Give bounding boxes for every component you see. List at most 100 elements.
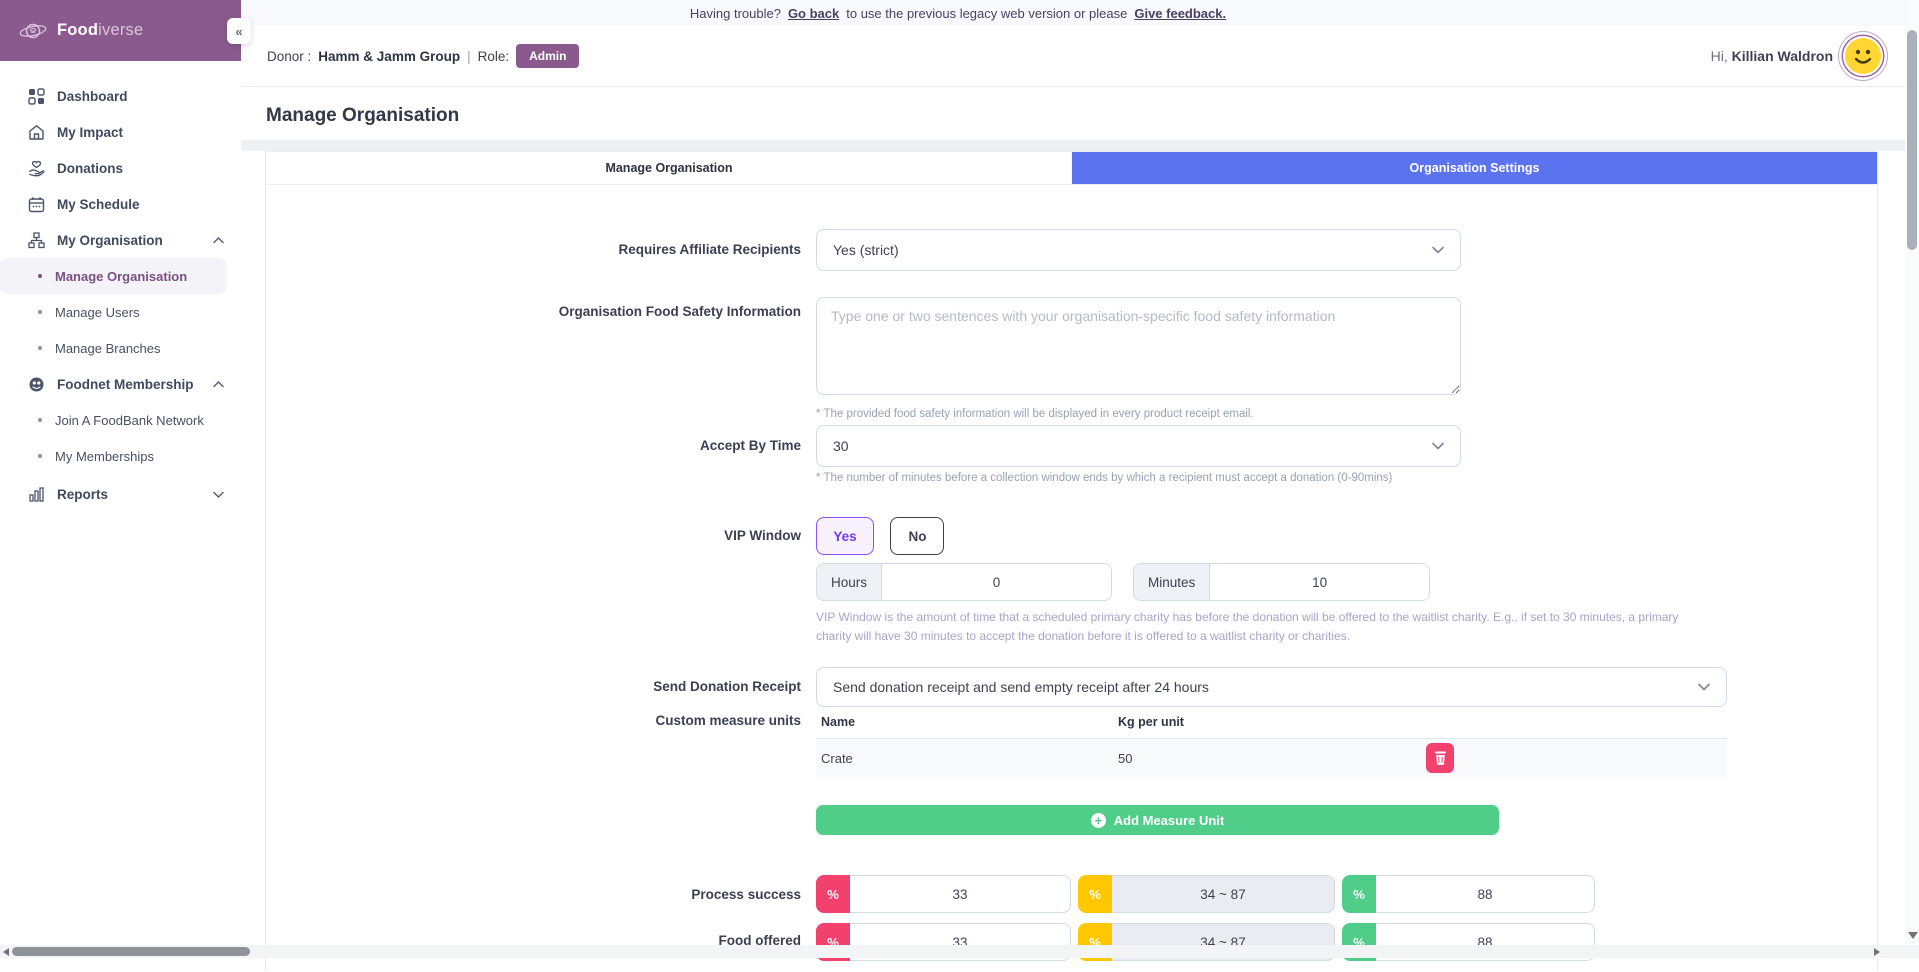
requires-affiliate-select[interactable]: Yes (strict) [816,229,1461,271]
reports-icon [27,485,45,503]
banner-text: Having trouble? [690,6,781,21]
smiley-face-icon [1845,38,1881,74]
sidebar-nav: Dashboard My Impact Donations My Schedul… [0,61,241,512]
sidebar-item-reports[interactable]: Reports [0,476,241,512]
horizontal-scrollbar[interactable] [0,945,1919,958]
accept-by-time-value: 30 [833,438,849,454]
go-back-link[interactable]: Go back [788,6,839,21]
horizontal-scrollbar-thumb[interactable] [12,947,250,956]
sidebar-item-manage-branches[interactable]: Manage Branches [0,330,241,366]
requires-affiliate-label: Requires Affiliate Recipients [266,229,801,271]
tab-bar: Manage Organisation Organisation Setting… [266,152,1877,185]
measure-units-label: Custom measure units [266,713,801,777]
settings-form: Requires Affiliate Recipients Yes (stric… [266,185,1877,972]
measure-units-table: Name Kg per unit Crate 50 [816,713,1727,777]
bullet-icon [38,454,42,458]
role-label: Role: [478,49,510,64]
donor-label: Donor : [267,49,311,64]
minutes-label: Minutes [1134,564,1210,600]
organisation-icon [27,231,45,249]
scroll-down-arrow-icon[interactable] [1908,932,1918,939]
page-title: Manage Organisation [241,88,1905,127]
dashboard-icon [27,87,45,105]
user-greeting: Hi, Killian Waldron [1711,48,1833,64]
requires-affiliate-value: Yes (strict) [833,242,899,258]
donor-name: Hamm & Jamm Group [318,49,460,64]
chevron-down-icon [1432,246,1444,254]
sidebar-collapse-button[interactable]: « [227,18,251,44]
membership-icon [27,375,45,393]
send-receipt-row: Send Donation Receipt Send donation rece… [266,667,1727,707]
scroll-left-arrow-icon[interactable] [3,948,9,956]
scroll-right-arrow-icon[interactable] [1874,948,1880,956]
vip-window-row: VIP Window Yes No Hours Minutes VIP [266,517,1706,645]
give-feedback-link[interactable]: Give feedback. [1134,6,1226,21]
vip-yes-button[interactable]: Yes [816,517,874,555]
measure-units-row: Custom measure units Name Kg per unit Cr… [266,713,1727,777]
process-success-high-input[interactable] [1376,875,1595,913]
sidebar-item-foodnet-membership[interactable]: Foodnet Membership [0,366,241,402]
sidebar-item-dashboard[interactable]: Dashboard [0,78,241,114]
logo-text: Foodiverse [57,21,143,40]
measure-units-header: Name Kg per unit [816,713,1727,739]
planet-logo-icon [18,19,48,43]
food-safety-label: Organisation Food Safety Information [266,297,801,420]
sidebar-item-donations[interactable]: Donations [0,150,241,186]
tab-organisation-settings[interactable]: Organisation Settings [1072,152,1877,184]
role-badge: Admin [516,44,579,68]
send-receipt-label: Send Donation Receipt [266,667,801,707]
hours-label: Hours [817,564,882,600]
sidebar-item-manage-organisation[interactable]: Manage Organisation [0,258,227,294]
food-safety-helper: * The provided food safety information w… [816,408,1461,420]
percent-badge-pink: % [816,875,850,913]
tab-manage-organisation[interactable]: Manage Organisation [266,152,1072,184]
sidebar-item-my-impact[interactable]: My Impact [0,114,241,150]
vip-no-button[interactable]: No [890,517,944,555]
accept-by-time-label: Accept By Time [266,425,801,484]
add-measure-unit-button[interactable]: + Add Measure Unit [816,805,1499,835]
sidebar-item-join-foodbank-network[interactable]: Join A FoodBank Network [0,402,241,438]
percent-badge-green: % [1342,875,1376,913]
send-receipt-select[interactable]: Send donation receipt and send empty rec… [816,667,1727,707]
process-success-mid-input[interactable] [1112,875,1335,913]
vip-minutes-input[interactable] [1210,564,1429,600]
food-safety-textarea[interactable] [816,297,1461,395]
chevron-down-icon [213,491,224,498]
chevron-up-icon [213,237,224,244]
accept-by-time-helper: * The number of minutes before a collect… [816,472,1461,484]
sidebar-item-my-schedule[interactable]: My Schedule [0,186,241,222]
app-logo: Foodiverse [0,0,241,61]
plus-circle-icon: + [1091,813,1106,828]
sidebar: Foodiverse Dashboard My Impact Donations [0,0,241,958]
delete-measure-unit-button[interactable] [1426,743,1454,773]
process-success-low-input[interactable] [850,875,1071,913]
chevron-down-icon [1698,683,1710,691]
donor-info: Donor : Hamm & Jamm Group | Role: Admin [267,44,579,68]
table-row: Crate 50 [816,739,1727,777]
user-box: Hi, Killian Waldron [1711,38,1881,74]
add-measure-row: + Add Measure Unit [266,805,1499,835]
bullet-icon [38,274,42,278]
process-success-label: Process success [266,887,801,902]
top-header: Donor : Hamm & Jamm Group | Role: Admin … [241,26,1905,87]
sidebar-item-my-memberships[interactable]: My Memberships [0,438,241,474]
user-avatar[interactable] [1845,38,1881,74]
sidebar-item-my-organisation[interactable]: My Organisation [0,222,241,258]
bullet-icon [38,310,42,314]
trash-icon [1434,751,1447,765]
accept-by-time-select[interactable]: 30 [816,425,1461,467]
vertical-scrollbar[interactable] [1905,0,1919,945]
sidebar-item-manage-users[interactable]: Manage Users [0,294,241,330]
vip-hours-input[interactable] [882,564,1111,600]
food-safety-row: Organisation Food Safety Information * T… [266,297,1461,420]
vertical-scrollbar-thumb[interactable] [1907,30,1917,250]
donations-icon [27,159,45,177]
title-section: Manage Organisation [241,88,1905,140]
bullet-icon [38,418,42,422]
settings-card: Manage Organisation Organisation Setting… [265,151,1878,971]
bullet-icon [38,346,42,350]
column-header-kg: Kg per unit [1118,715,1184,729]
percent-badge-yellow: % [1078,875,1112,913]
user-name: Killian Waldron [1732,48,1833,64]
separator: | [467,49,471,64]
